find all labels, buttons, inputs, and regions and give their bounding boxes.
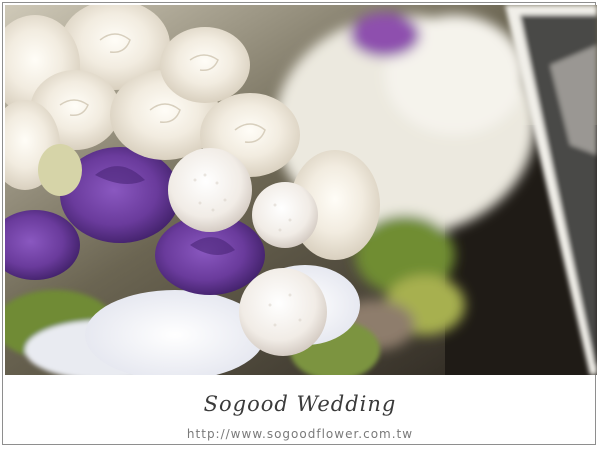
brand-signature: Sogood Wedding: [203, 392, 397, 416]
flower-photo: [5, 5, 597, 375]
website-url: http://www.sogoodflower.com.tw: [186, 427, 414, 441]
photo-frame: [2, 2, 597, 445]
flower-photo-art: [5, 5, 597, 375]
